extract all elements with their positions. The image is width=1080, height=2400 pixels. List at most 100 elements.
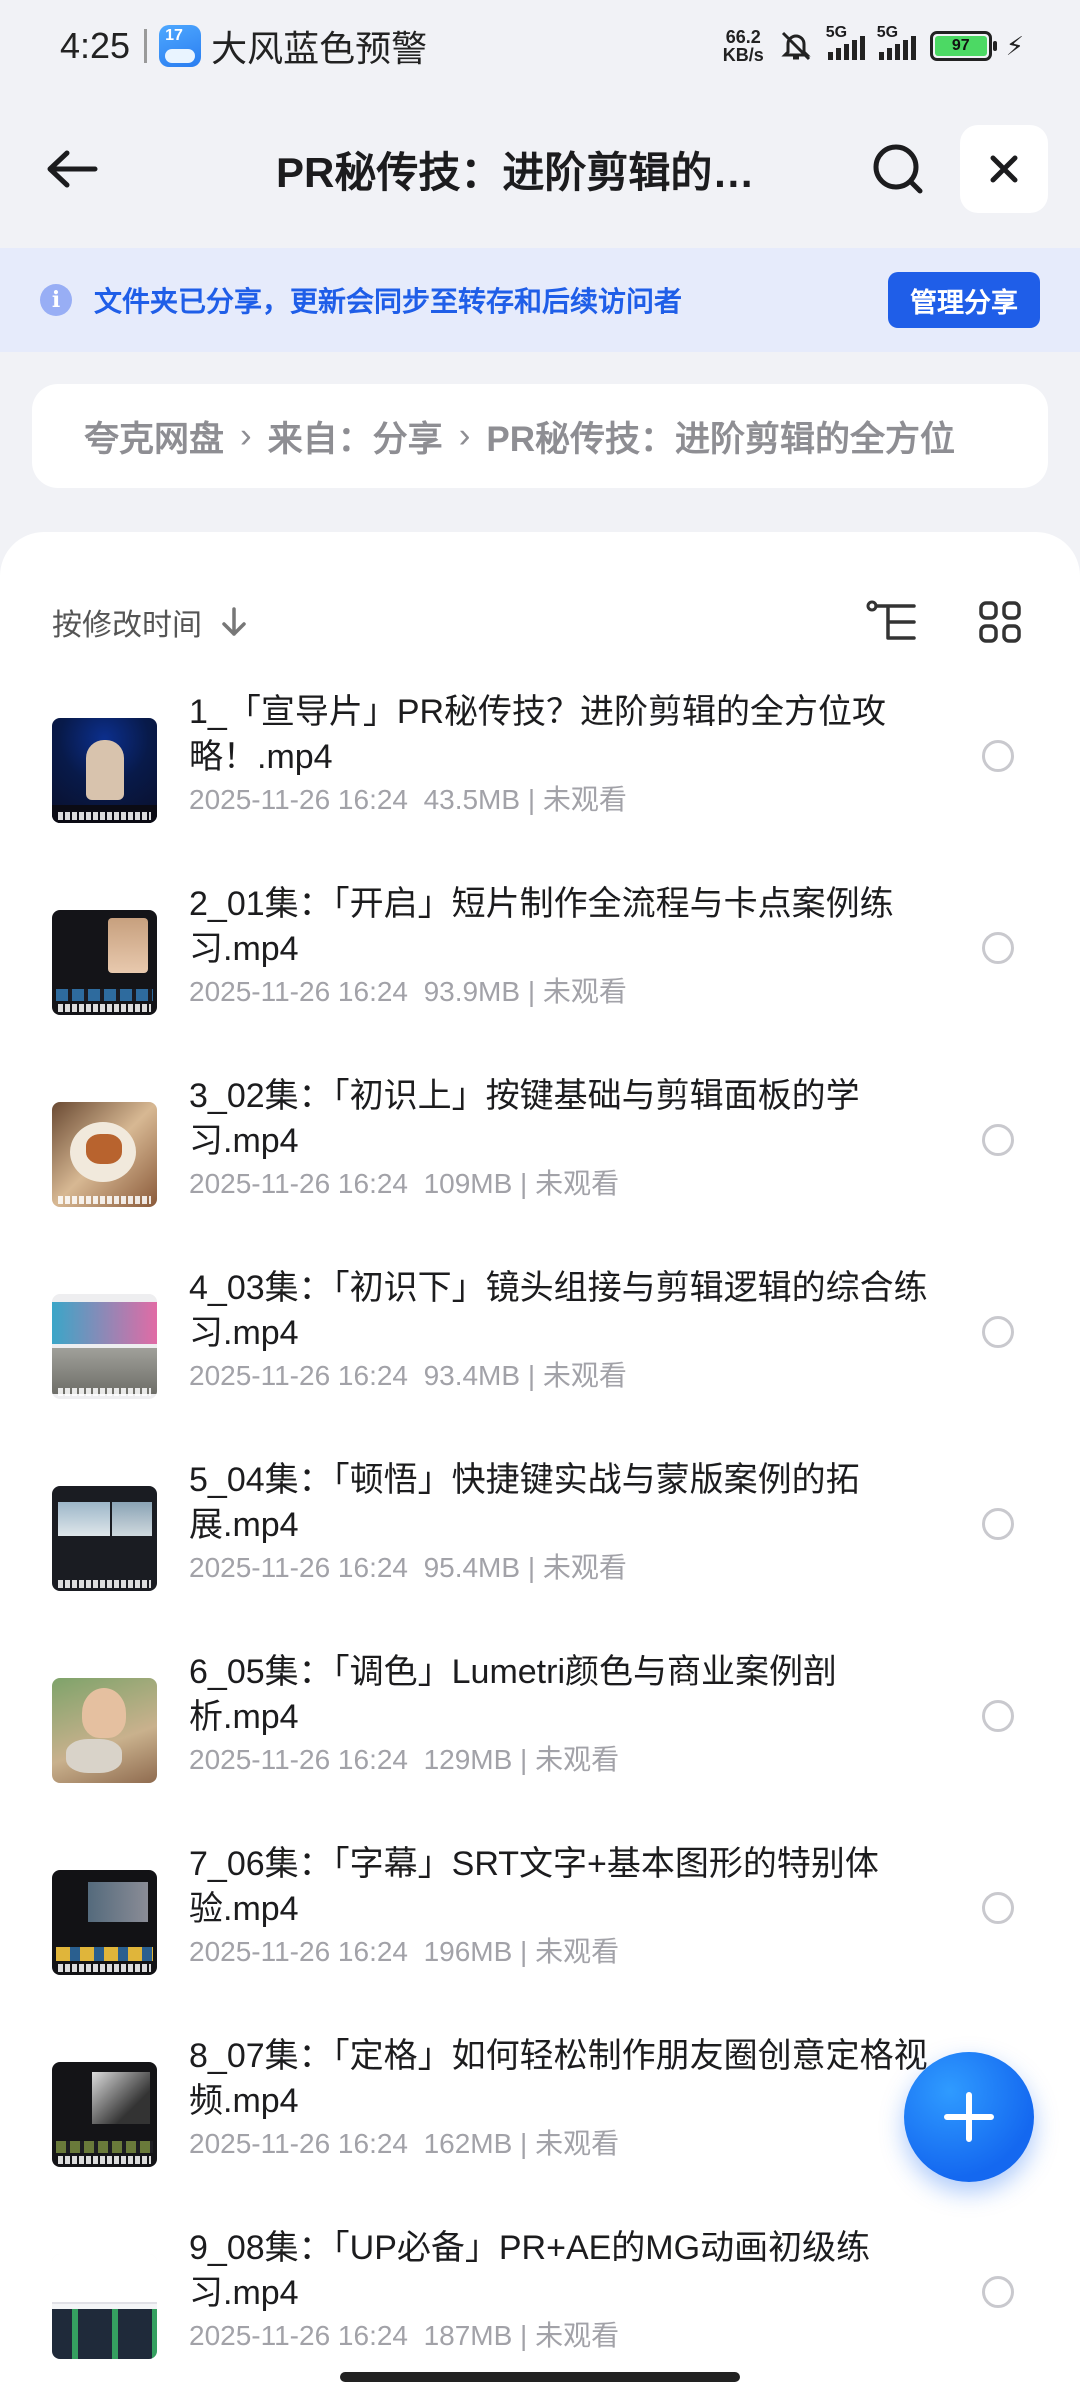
- watch-status: 未观看: [535, 1744, 620, 1775]
- file-name: 4_03集：「初识下」镜头组接与剪辑逻辑的综合练习.mp4: [189, 1269, 928, 1352]
- status-bar: 4:25 17 大风蓝色预警 66.2 KB/s 5G 5G 97 ⚡: [0, 0, 1080, 92]
- file-meta: 2025-11-26 16:24 109MB | 未观看: [189, 1168, 620, 1199]
- breadcrumb-item-current[interactable]: PR秘传技：进阶剪辑的全方位: [486, 411, 955, 462]
- breadcrumb-item-shared[interactable]: 来自：分享: [268, 411, 443, 462]
- breadcrumb: 夸克网盘 › 来自：分享 › PR秘传技：进阶剪辑的全方位: [32, 384, 1048, 488]
- select-radio[interactable]: [982, 1892, 1014, 1924]
- file-name: 7_06集：「字幕」SRT文字+基本图形的特别体验.mp4: [189, 1845, 879, 1928]
- video-thumbnail: [52, 1486, 157, 1591]
- file-row[interactable]: 9_08集：「UP必备」PR+AE的MG动画初级练习.mp4 2025-11-2…: [52, 2226, 1028, 2376]
- file-meta: 2025-11-26 16:24 93.9MB | 未观看: [189, 976, 627, 1007]
- manage-share-button[interactable]: 管理分享: [888, 272, 1040, 328]
- search-icon: [873, 144, 923, 194]
- plus-icon: [944, 2092, 994, 2142]
- file-row[interactable]: 2_01集：「开启」短片制作全流程与卡点案例练习.mp4 2025-11-26 …: [52, 882, 1028, 1032]
- weather-badge: 17: [165, 27, 183, 44]
- file-row[interactable]: 8_07集：「定格」如何轻松制作朋友圈创意定格视频.mp4 2025-11-26…: [52, 2034, 1028, 2184]
- video-thumbnail: [52, 1102, 157, 1207]
- close-icon: [990, 155, 1018, 183]
- breadcrumb-separator: ›: [458, 416, 471, 455]
- video-thumbnail: [52, 1678, 157, 1783]
- file-row[interactable]: 7_06集：「字幕」SRT文字+基本图形的特别体验.mp4 2025-11-26…: [52, 1842, 1028, 1992]
- status-time: 4:25: [60, 25, 131, 66]
- back-button[interactable]: [40, 137, 104, 201]
- grid-view-icon: [979, 601, 1021, 643]
- file-meta: 2025-11-26 16:24 95.4MB | 未观看: [189, 1552, 627, 1583]
- breadcrumb-item-root[interactable]: 夸克网盘: [84, 411, 224, 462]
- file-meta: 2025-11-26 16:24 129MB | 未观看: [189, 1744, 620, 1775]
- file-date: 2025-11-26 16:24: [189, 784, 408, 815]
- bell-muted-icon: [781, 31, 811, 61]
- close-button[interactable]: [960, 125, 1048, 213]
- video-thumbnail: [52, 910, 157, 1015]
- file-size: 93.9MB: [423, 976, 521, 1007]
- file-name: 2_01集：「开启」短片制作全流程与卡点案例练习.mp4: [189, 885, 894, 968]
- file-row[interactable]: 5_04集：「顿悟」快捷键实战与蒙版案例的拓展.mp4 2025-11-26 1…: [52, 1458, 1028, 1608]
- top-nav-bar: PR秘传技：进阶剪辑的全方位攻略: [0, 124, 1080, 214]
- file-size: 93.4MB: [423, 1360, 521, 1391]
- file-row[interactable]: 3_02集：「初识上」按键基础与剪辑面板的学习.mp4 2025-11-26 1…: [52, 1074, 1028, 1224]
- signal-2-tag: 5G: [876, 24, 899, 41]
- sort-direction-button[interactable]: [220, 606, 248, 638]
- file-size: 162MB: [423, 2128, 513, 2159]
- network-speed-unit: KB/s: [722, 45, 764, 65]
- select-radio[interactable]: [982, 1316, 1014, 1348]
- video-thumbnail: [52, 718, 157, 823]
- file-name: 8_07集：「定格」如何轻松制作朋友圈创意定格视频.mp4: [189, 2037, 928, 2120]
- select-radio[interactable]: [982, 932, 1014, 964]
- sort-by-modified-button[interactable]: 按修改时间: [52, 600, 202, 644]
- add-button[interactable]: [904, 2052, 1034, 2182]
- network-speed-value: 66.2: [725, 27, 761, 47]
- file-date: 2025-11-26 16:24: [189, 976, 408, 1007]
- select-radio[interactable]: [982, 740, 1014, 772]
- select-radio[interactable]: [982, 1124, 1014, 1156]
- file-row[interactable]: 1_「宣导片」PR秘传技？进阶剪辑的全方位攻略！.mp4 2025-11-26 …: [52, 690, 1028, 840]
- share-notice-text: 文件夹已分享，更新会同步至转存和后续访问者: [94, 286, 683, 317]
- page-title: PR秘传技：进阶剪辑的全方位攻略: [276, 148, 796, 196]
- grid-view-button[interactable]: [972, 594, 1028, 650]
- signal-1-tag: 5G: [825, 24, 848, 41]
- file-size: 129MB: [423, 1744, 513, 1775]
- file-name: 3_02集：「初识上」按键基础与剪辑面板的学习.mp4: [189, 1077, 860, 1160]
- file-row[interactable]: 4_03集：「初识下」镜头组接与剪辑逻辑的综合练习.mp4 2025-11-26…: [52, 1266, 1028, 1416]
- file-date: 2025-11-26 16:24: [189, 2320, 408, 2351]
- file-size: 43.5MB: [423, 784, 521, 815]
- file-size: 196MB: [423, 1936, 513, 1967]
- file-size: 95.4MB: [423, 1552, 521, 1583]
- info-icon: i: [40, 284, 72, 316]
- tree-view-icon: [866, 600, 916, 640]
- battery-icon: 97: [929, 31, 997, 61]
- file-name: 1_「宣导片」PR秘传技？进阶剪辑的全方位攻略！.mp4: [189, 693, 887, 776]
- file-name: 6_05集：「调色」Lumetri颜色与商业案例剖析.mp4: [189, 1653, 838, 1736]
- file-meta: 2025-11-26 16:24 93.4MB | 未观看: [189, 1360, 627, 1391]
- watch-status: 未观看: [542, 1360, 627, 1391]
- watch-status: 未观看: [542, 1552, 627, 1583]
- watch-status: 未观看: [535, 2128, 620, 2159]
- home-indicator[interactable]: [340, 2372, 740, 2382]
- arrow-down-icon: [222, 607, 246, 636]
- file-date: 2025-11-26 16:24: [189, 2128, 408, 2159]
- watch-status: 未观看: [535, 1168, 620, 1199]
- file-row[interactable]: 6_05集：「调色」Lumetri颜色与商业案例剖析.mp4 2025-11-2…: [52, 1650, 1028, 1800]
- network-speed: 66.2 KB/s: [723, 28, 764, 64]
- select-radio[interactable]: [982, 1700, 1014, 1732]
- watch-status: 未观看: [535, 2320, 620, 2351]
- file-date: 2025-11-26 16:24: [189, 1168, 408, 1199]
- watch-status: 未观看: [535, 1936, 620, 1967]
- select-radio[interactable]: [982, 1508, 1014, 1540]
- file-name: 5_04集：「顿悟」快捷键实战与蒙版案例的拓展.mp4: [189, 1461, 860, 1544]
- arrow-left-icon: [47, 150, 98, 188]
- video-thumbnail: [52, 2062, 157, 2167]
- sort-toolbar: 按修改时间: [52, 572, 1028, 672]
- file-size: 187MB: [423, 2320, 513, 2351]
- search-button[interactable]: [866, 137, 930, 201]
- video-thumbnail: [52, 1870, 157, 1975]
- signal-2-icon: 5G: [877, 24, 916, 60]
- select-radio[interactable]: [982, 2276, 1014, 2308]
- tree-view-button[interactable]: [864, 594, 920, 650]
- file-name: 9_08集：「UP必备」PR+AE的MG动画初级练习.mp4: [189, 2229, 871, 2312]
- share-notice-banner: i 文件夹已分享，更新会同步至转存和后续访问者 管理分享: [0, 248, 1080, 352]
- file-size: 109MB: [423, 1168, 513, 1199]
- breadcrumb-separator: ›: [240, 416, 252, 455]
- file-date: 2025-11-26 16:24: [189, 1552, 408, 1583]
